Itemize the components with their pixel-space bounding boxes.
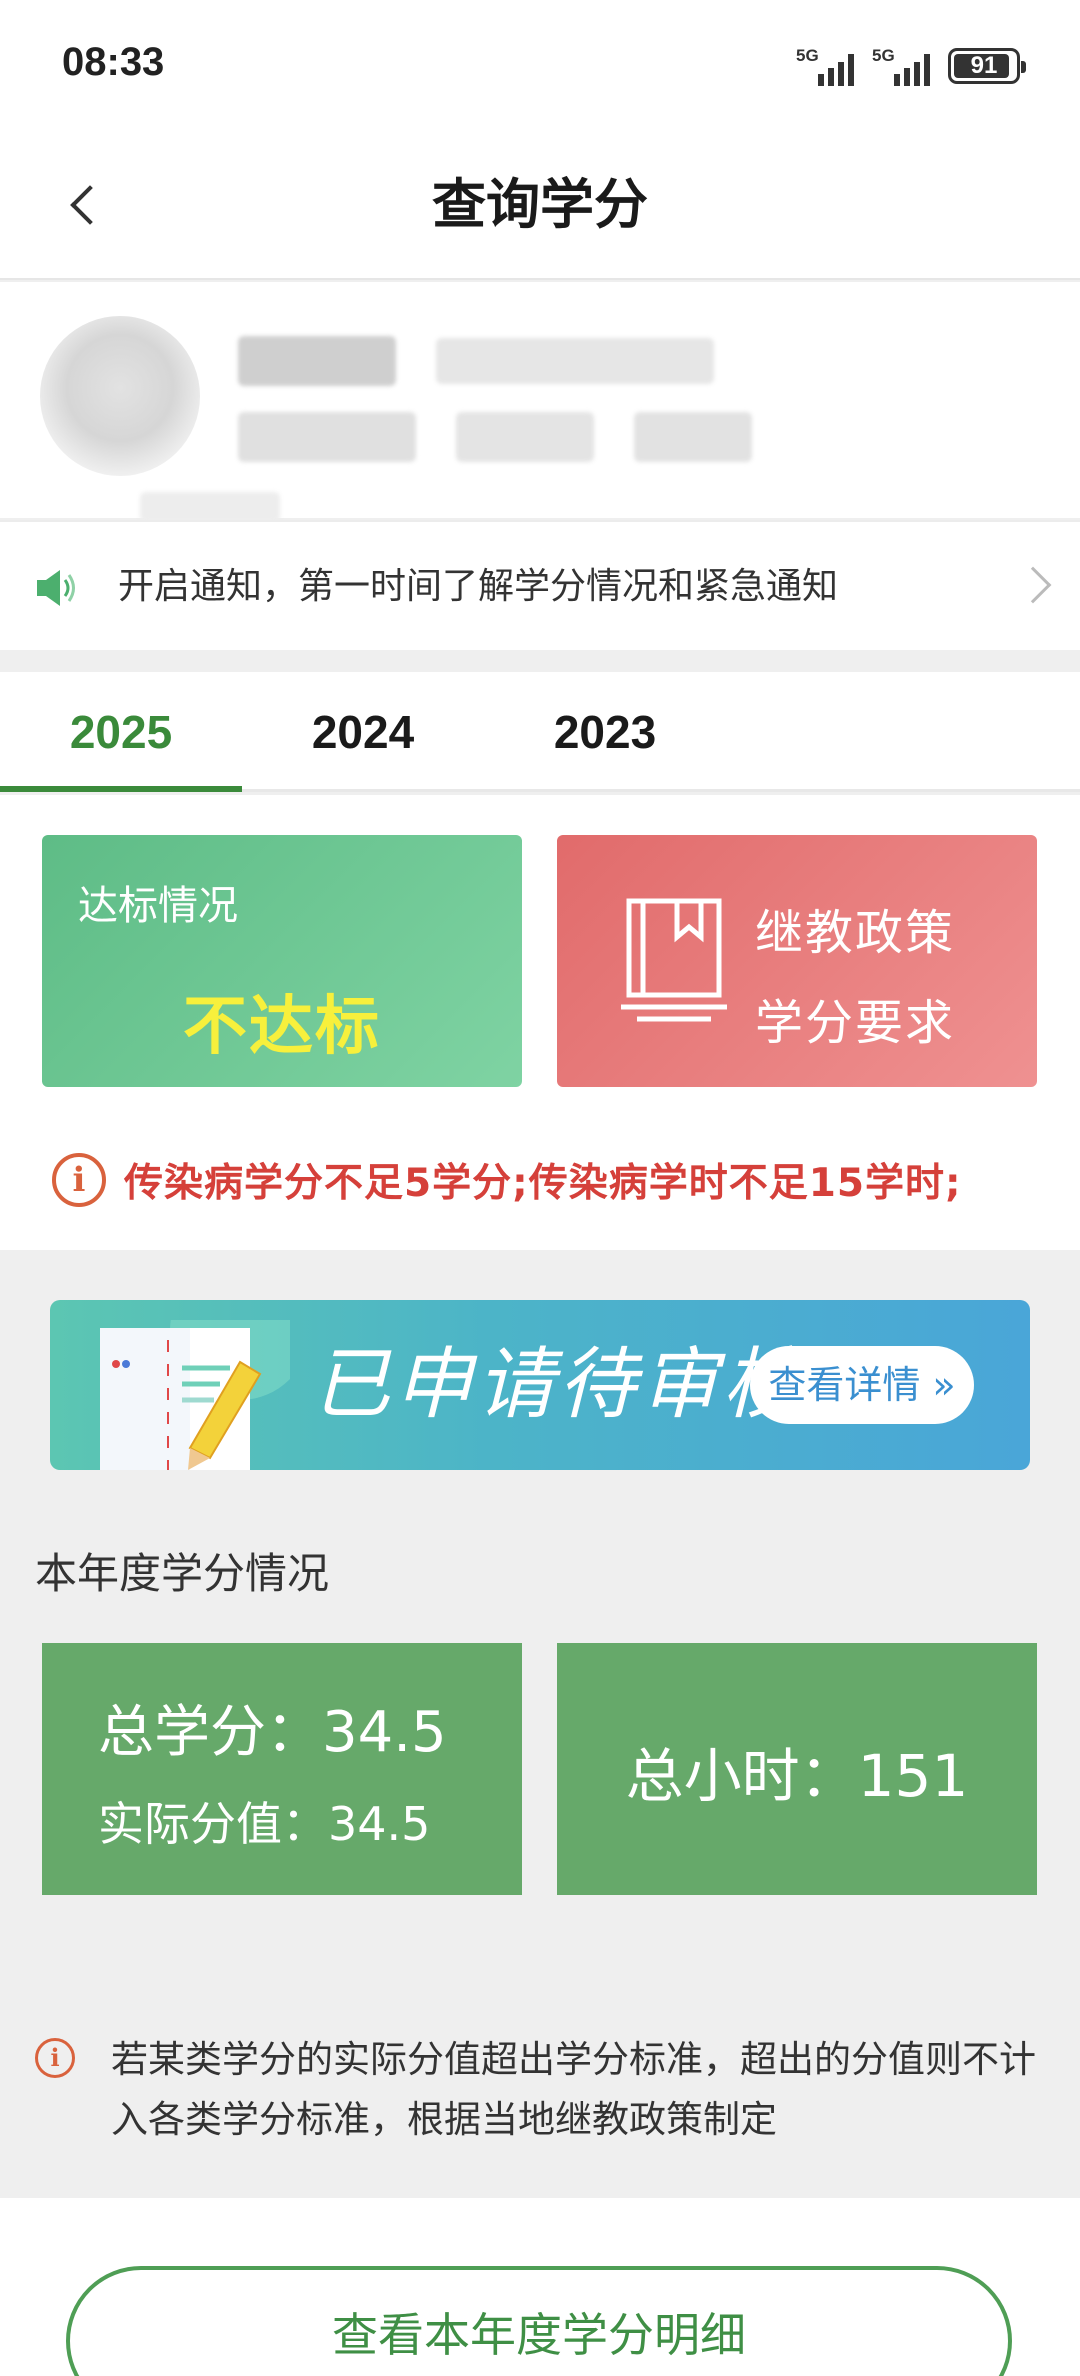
blurred-info — [634, 412, 752, 462]
hours-summary-card: 总小时：151 — [557, 1643, 1037, 1895]
active-tab-indicator — [0, 786, 242, 792]
info-icon: i — [52, 1153, 106, 1207]
warning-row: i 传染病学分不足5学分;传染病学时不足15学时; — [52, 1150, 962, 1210]
battery-level: 91 — [970, 52, 998, 79]
view-credit-details-button[interactable]: 查看本年度学分明细 — [66, 2266, 1012, 2376]
blurred-id — [436, 338, 714, 384]
blurred-info — [456, 412, 594, 462]
policy-subtitle: 学分要求 — [755, 995, 956, 1051]
signal-icon: 5G — [796, 46, 858, 86]
credit-summary-card: 总学分：34.5 实际分值：34.5 — [42, 1643, 522, 1895]
blurred-info — [238, 412, 416, 462]
notebook-pencil-icon — [100, 1320, 290, 1470]
info-icon: i — [35, 2038, 75, 2078]
tab-2023[interactable]: 2023 — [484, 672, 726, 792]
title-bar: 查询学分 — [0, 130, 1080, 280]
note-text: 若某类学分的实际分值超出学分标准，超出的分值则不计入各类学分标准，根据当地继教政… — [111, 2038, 1036, 2141]
policy-card[interactable]: 继教政策 学分要求 — [557, 835, 1037, 1087]
book-icon — [621, 898, 727, 1022]
status-section: 达标情况 不达标 继教政策 学分要求 i 传染病学分不足5学分;传染病学时不足1… — [0, 795, 1080, 1250]
speaker-icon — [37, 570, 75, 606]
compliance-value: 不达标 — [183, 990, 381, 1064]
signal-icon: 5G — [872, 46, 934, 86]
notification-text: 开启通知，第一时间了解学分情况和紧急通知 — [118, 566, 839, 607]
tab-2024[interactable]: 2024 — [242, 672, 484, 792]
network-type-label: 5G — [872, 46, 895, 65]
battery-icon: 91 — [948, 48, 1026, 84]
status-icons: 5G 5G 91 — [796, 44, 1026, 88]
avatar — [40, 316, 200, 476]
year-tabs: 2025 2024 2023 — [0, 672, 1080, 792]
total-credit: 总学分：34.5 — [98, 1700, 447, 1765]
profile-card — [0, 282, 1080, 522]
status-bar: 08:33 5G 5G 91 — [0, 0, 1080, 130]
policy-title: 继教政策 — [755, 905, 956, 961]
view-details-button[interactable]: 查看详情 » — [750, 1346, 974, 1424]
chevron-right-icon — [1014, 566, 1052, 604]
actual-credit: 实际分值：34.5 — [98, 1797, 431, 1851]
status-time: 08:33 — [62, 40, 165, 84]
total-hours: 总小时：151 — [625, 1742, 969, 1810]
section-title: 本年度学分情况 — [35, 1549, 330, 1598]
compliance-label: 达标情况 — [78, 883, 238, 929]
bottom-bar: 查看本年度学分明细 — [0, 2198, 1080, 2376]
banner-title: 已申请待审核 — [312, 1340, 805, 1430]
compliance-card[interactable]: 达标情况 不达标 — [42, 835, 522, 1087]
application-status-banner[interactable]: 已申请待审核 查看详情 » — [50, 1300, 1030, 1470]
notification-banner[interactable]: 开启通知，第一时间了解学分情况和紧急通知 — [0, 520, 1080, 650]
blurred-name — [238, 336, 396, 386]
network-type-label: 5G — [796, 46, 819, 65]
blurred-info — [140, 492, 280, 522]
tab-2025[interactable]: 2025 — [0, 672, 242, 792]
page-title: 查询学分 — [432, 173, 648, 236]
warning-text: 传染病学分不足5学分;传染病学时不足15学时; — [124, 1161, 962, 1206]
